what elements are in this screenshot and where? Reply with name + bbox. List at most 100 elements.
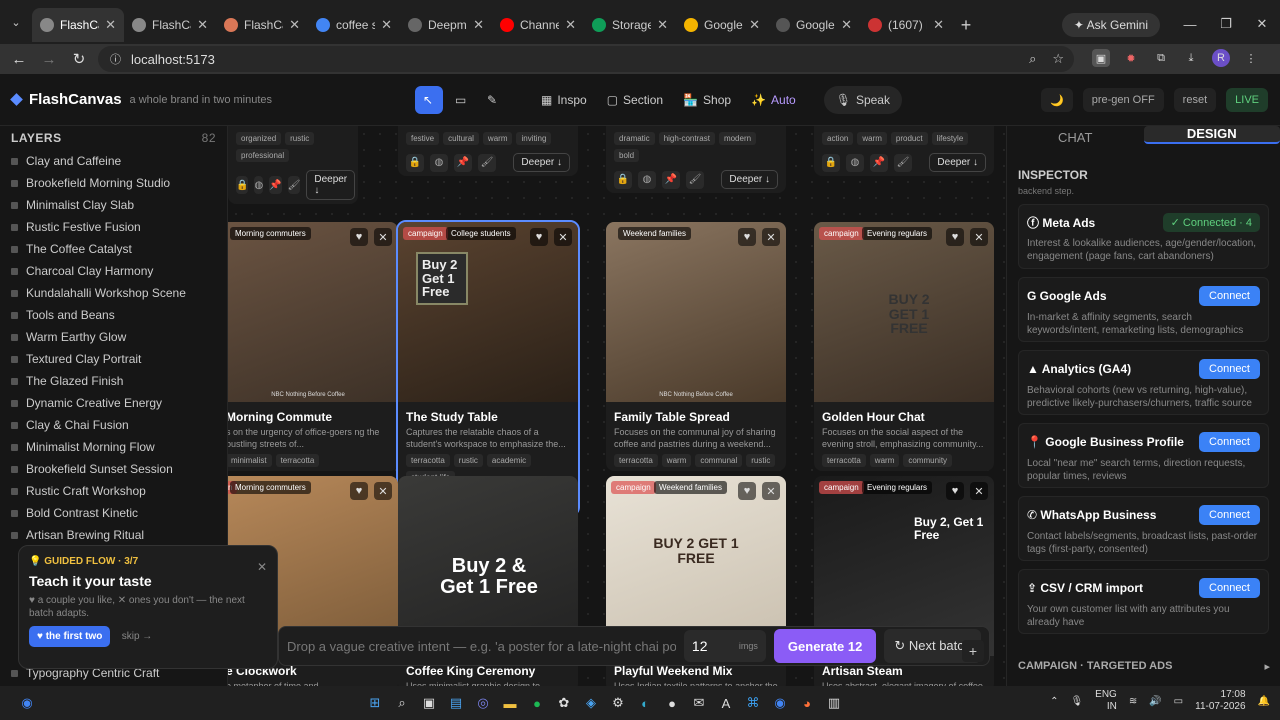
layer-item[interactable]: Warm Earthy Glow [0,326,227,348]
style-chip[interactable]: dramatic [614,132,655,145]
zoom-icon[interactable]: ⌕ [1029,51,1036,67]
close-window-icon[interactable]: ✕ [1244,16,1280,32]
app-icon[interactable]: ◈ [578,690,604,716]
heart-icon[interactable]: ♥ [738,482,756,500]
pin-icon[interactable]: 📌 [269,176,282,194]
palette-icon[interactable]: ◍ [430,153,448,172]
close-tab-icon[interactable]: ✕ [105,17,116,33]
app-icon[interactable]: ▥ [821,690,847,716]
like-first-two-button[interactable]: ♥ the first two [29,626,111,647]
campaign-section-header[interactable]: CAMPAIGN · TARGETED ADS ▸ [1018,660,1270,673]
layer-item[interactable]: Rustic Craft Workshop [0,480,227,502]
browser-tab[interactable]: Storage ✕ [584,8,676,42]
browser-tab[interactable]: (1607) D ✕ [860,8,952,42]
chevron-up-icon[interactable]: ⌃ [1050,696,1058,707]
extension-icon[interactable]: ▣ [1092,49,1110,67]
app-icon[interactable]: ✿ [551,690,577,716]
vscode-icon[interactable]: ⌘ [740,690,766,716]
style-chip[interactable]: inviting [516,132,552,145]
brush-icon[interactable]: 🖌 [894,153,912,172]
close-guide-icon[interactable]: ✕ [257,560,267,574]
chrome-icon[interactable]: ◉ [767,690,793,716]
chrome-taskbar-icon[interactable]: ◉ [14,690,40,716]
dismiss-icon[interactable]: ✕ [762,228,780,246]
palette-icon[interactable]: ◍ [638,170,656,189]
layer-item[interactable]: The Glazed Finish [0,370,227,392]
style-chip[interactable]: bold [614,149,640,162]
layer-item[interactable]: Minimalist Morning Flow [0,436,227,458]
forward-icon[interactable]: → [34,51,64,68]
design-card[interactable]: campaign Evening regulars ♥ ✕ BUY 2 GET … [814,222,994,471]
design-card[interactable]: and the brand identity. dramatichigh-con… [606,126,786,193]
connect-button[interactable]: Connect [1199,432,1260,452]
heart-icon[interactable]: ♥ [350,482,368,500]
bookmark-star-icon[interactable]: ☆ [1052,51,1064,67]
dismiss-icon[interactable]: ✕ [554,228,572,246]
layer-item[interactable]: Clay & Chai Fusion [0,414,227,436]
dismiss-icon[interactable]: ✕ [374,482,392,500]
theme-toggle[interactable]: 🌙 [1041,88,1073,112]
browser-tab[interactable]: coffee shop ✕ [308,8,400,42]
palette-icon[interactable]: ◍ [254,176,264,194]
heart-icon[interactable]: ♥ [946,482,964,500]
style-chip[interactable]: terracotta [614,454,658,467]
design-card[interactable]: Morning commuters ♥ ✕ NBC Nothing Before… [228,222,398,471]
style-chip[interactable]: minimalist [228,454,272,467]
pin-icon[interactable]: 📌 [870,153,888,172]
pin-icon[interactable]: 📌 [662,170,680,189]
language-indicator[interactable]: ENG IN [1095,689,1117,713]
volume-icon[interactable]: 🔊 [1149,696,1161,707]
layer-item[interactable]: The Coffee Catalyst [0,238,227,260]
brush-icon[interactable]: 🖌 [686,170,704,189]
app-icon[interactable]: ● [659,690,685,716]
app-icon[interactable]: ✉ [686,690,712,716]
browser-tab[interactable]: Deepmind ✕ [400,8,492,42]
style-chip[interactable]: professional [236,149,290,162]
ask-gemini-button[interactable]: ✦ Ask Gemini [1061,13,1160,37]
dismiss-icon[interactable]: ✕ [970,228,988,246]
layer-item[interactable]: Dynamic Creative Energy [0,392,227,414]
heart-icon[interactable]: ♥ [738,228,756,246]
generated-image[interactable]: campaign College students ♥ ✕ Buy 2 Get … [398,222,578,402]
connect-button[interactable]: Connect [1199,359,1260,379]
dismiss-icon[interactable]: ✕ [762,482,780,500]
design-card[interactable]: challenge to signal quality. organizedru… [228,126,358,204]
connect-button[interactable]: Connect [1199,578,1260,598]
layer-item[interactable]: Brookefield Morning Studio [0,172,227,194]
deeper-button[interactable]: Deeper ↓ [721,170,778,189]
heart-icon[interactable]: ♥ [350,228,368,246]
design-card[interactable]: into the pottery workshop concept. festi… [398,126,578,176]
heart-icon[interactable]: ♥ [946,228,964,246]
layer-item[interactable]: Minimalist Clay Slab [0,194,227,216]
style-chip[interactable]: community [903,454,953,467]
brush-icon[interactable]: 🖌 [478,153,496,172]
style-chip[interactable]: modern [718,132,757,145]
close-tab-icon[interactable]: ✕ [749,17,760,33]
battery-icon[interactable]: ▭ [1174,696,1183,707]
mic-tray-icon[interactable]: 🎙 [1070,696,1083,707]
extension-bug-icon[interactable]: ✹ [1122,49,1140,67]
inspo-button[interactable]: ▦ Inspo [533,86,595,114]
style-chip[interactable]: high-contrast [658,132,715,145]
creative-intent-input[interactable]: Drop a vague creative intent — e.g. 'a p… [287,639,676,654]
deeper-button[interactable]: Deeper ↓ [306,170,356,200]
close-tab-icon[interactable]: ✕ [289,17,300,33]
connect-button[interactable]: Connect [1199,286,1260,306]
minimize-icon[interactable]: — [1172,17,1208,32]
deeper-button[interactable]: Deeper ↓ [513,153,570,172]
generated-image[interactable]: Morning commuters ♥ ✕ NBC Nothing Before… [228,222,398,402]
connect-button[interactable]: Connect [1199,505,1260,525]
lock-icon[interactable]: 🔒 [406,153,424,172]
section-button[interactable]: ▢ Section [599,86,671,114]
design-canvas[interactable]: challenge to signal quality. organizedru… [228,126,1006,686]
layer-item[interactable]: Rustic Festive Fusion [0,216,227,238]
style-chip[interactable]: warm [482,132,513,145]
browser-tab[interactable]: FlashCanvas ✕ [32,8,124,42]
close-tab-icon[interactable]: ✕ [197,17,208,33]
wifi-icon[interactable]: ≋ [1129,696,1137,707]
style-chip[interactable]: cultural [443,132,479,145]
style-chip[interactable]: product [890,132,928,145]
style-chip[interactable]: festive [406,132,440,145]
pen-tool-button[interactable]: ✎ [479,86,507,114]
windows-start-icon[interactable]: ⊞ [362,690,388,716]
